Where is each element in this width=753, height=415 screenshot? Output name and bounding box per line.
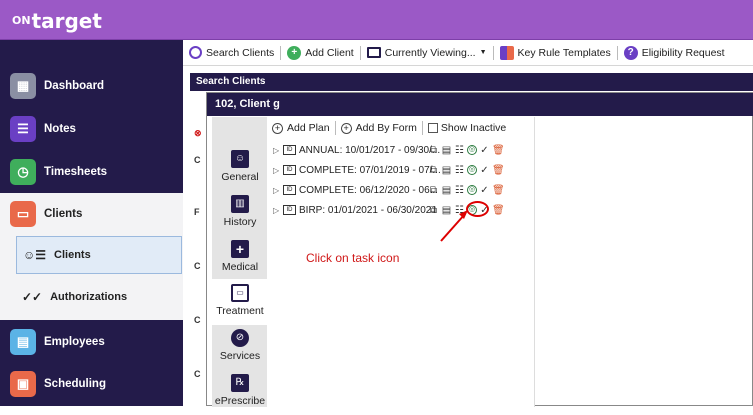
annotation-text: Click on task icon: [306, 251, 400, 265]
annotation-arrow: [440, 210, 468, 242]
